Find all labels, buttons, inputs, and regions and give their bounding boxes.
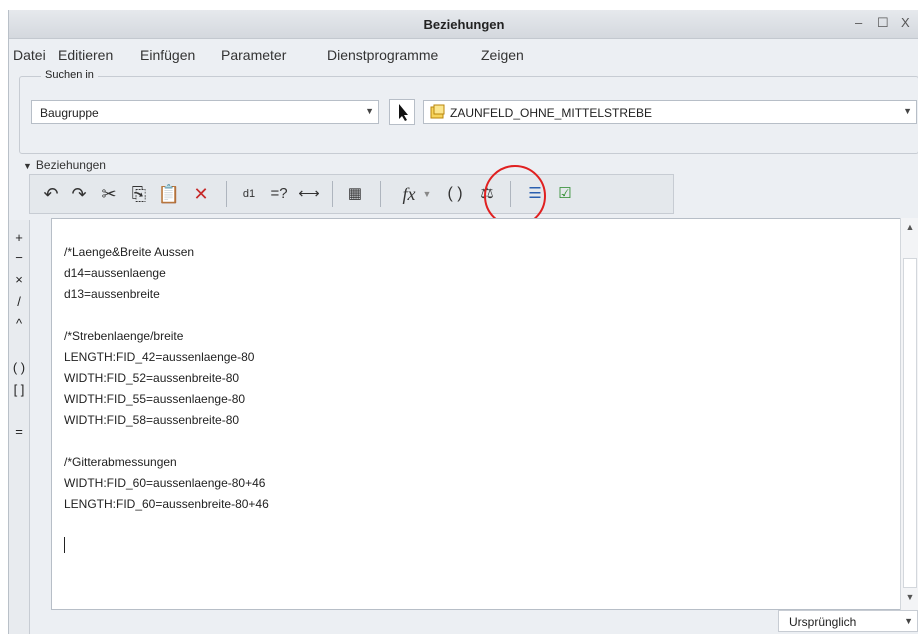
evaluate-icon[interactable]: =?: [266, 181, 292, 207]
relation-line: WIDTH:FID_55=aussenlaenge-80: [64, 392, 246, 406]
scroll-up-icon[interactable]: ▲: [901, 222, 918, 232]
relations-editor[interactable]: /*Laenge&Breite Aussen d14=aussenlaenge …: [51, 218, 906, 610]
search-in-label: Suchen in: [41, 69, 98, 81]
toolbar-separator: [226, 181, 227, 207]
operator-parentheses[interactable]: ( ): [9, 360, 29, 375]
select-model-button[interactable]: [389, 99, 415, 125]
display-values-icon[interactable]: d1: [236, 181, 262, 207]
close-button[interactable]: X: [901, 15, 910, 30]
operator-palette: + − × / ^ ( ) [ ] =: [9, 220, 30, 634]
relation-line: WIDTH:FID_58=aussenbreite-80: [64, 413, 240, 427]
scroll-down-icon[interactable]: ▼: [901, 592, 918, 602]
operator-brackets[interactable]: [ ]: [9, 382, 29, 397]
relation-line: d14=aussenlaenge: [64, 266, 166, 280]
relation-line: WIDTH:FID_52=aussenbreite-80: [64, 371, 240, 385]
relation-line: /*Strebenlaenge/breite: [64, 329, 184, 343]
text-cursor: [64, 537, 65, 553]
relations-toolbar: ↶ ↷ ✂ ⎘ 📋 ✕ d1 =? ⟷ ▦ fx ▼ ( ) ⚖ ☰ ☑: [29, 174, 674, 214]
relations-window: Beziehungen ‒ ☐ X Datei Editieren Einfüg…: [8, 10, 918, 634]
cut-icon[interactable]: ✂: [96, 181, 122, 207]
model-select-value: ZAUNFELD_OHNE_MITTELSTREBE: [450, 106, 653, 120]
relations-section-header[interactable]: ▼ Beziehungen: [23, 158, 106, 172]
scroll-thumb[interactable]: [903, 258, 917, 588]
relation-line: /*Gitterabmessungen: [64, 455, 177, 469]
redo-icon[interactable]: ↷: [66, 181, 92, 207]
window-title: Beziehungen: [423, 17, 505, 32]
operator-minus[interactable]: −: [9, 250, 29, 265]
chevron-down-icon: ▼: [365, 106, 374, 116]
toolbar-separator: [332, 181, 333, 207]
copy-icon[interactable]: ⎘: [126, 181, 152, 207]
maximize-button[interactable]: ☐: [877, 15, 889, 31]
relation-line: d13=aussenbreite: [64, 287, 160, 301]
local-parameters-icon[interactable]: ▦: [342, 181, 368, 207]
verify-icon[interactable]: ☑: [552, 181, 578, 207]
chevron-down-icon: ▼: [903, 106, 912, 116]
scope-select[interactable]: Baugruppe ▼: [31, 100, 379, 124]
operator-equals[interactable]: =: [9, 424, 29, 439]
delete-icon[interactable]: ✕: [188, 181, 214, 207]
measure-icon[interactable]: ⟷: [296, 181, 322, 207]
pointer-icon: [399, 104, 408, 121]
menu-dienstprogramme[interactable]: Dienstprogramme: [327, 47, 438, 63]
menu-einfuegen[interactable]: Einfügen: [140, 47, 195, 63]
menu-zeigen[interactable]: Zeigen: [481, 47, 524, 63]
relation-line: WIDTH:FID_60=aussenlaenge-80+46: [64, 476, 266, 490]
assembly-icon: [430, 104, 445, 119]
operator-plus[interactable]: +: [9, 230, 29, 245]
minimize-button[interactable]: ‒: [855, 15, 862, 30]
insert-function-icon[interactable]: fx: [396, 181, 422, 207]
units-select[interactable]: Ursprünglich ▼: [778, 610, 918, 632]
relation-line: LENGTH:FID_42=aussenlaenge-80: [64, 350, 255, 364]
paste-icon[interactable]: 📋: [156, 181, 182, 207]
chevron-down-icon[interactable]: ▼: [420, 181, 434, 207]
operator-divide[interactable]: /: [9, 294, 29, 309]
relation-line: /*Laenge&Breite Aussen: [64, 245, 195, 259]
relations-section-label: Beziehungen: [35, 158, 106, 172]
insert-parameter-icon[interactable]: ( ): [442, 181, 468, 207]
menu-editieren[interactable]: Editieren: [58, 47, 113, 63]
scope-select-value: Baugruppe: [40, 106, 99, 120]
vertical-scrollbar[interactable]: ▲ ▼: [900, 218, 918, 610]
collapse-triangle-icon: ▼: [23, 161, 32, 171]
menu-bar: Datei Editieren Einfügen Parameter Diens…: [9, 39, 918, 67]
operator-multiply[interactable]: ×: [9, 272, 29, 287]
undo-icon[interactable]: ↶: [38, 181, 64, 207]
operator-power[interactable]: ^: [9, 316, 29, 331]
title-bar: Beziehungen ‒ ☐ X: [9, 10, 918, 39]
toolbar-separator: [380, 181, 381, 207]
relation-line: LENGTH:FID_60=aussenbreite-80+46: [64, 497, 269, 511]
menu-parameter[interactable]: Parameter: [221, 47, 286, 63]
status-bar: Ursprünglich ▼: [9, 610, 918, 644]
chevron-down-icon: ▼: [904, 616, 913, 626]
menu-datei[interactable]: Datei: [13, 47, 46, 63]
model-select[interactable]: ZAUNFELD_OHNE_MITTELSTREBE ▼: [423, 100, 917, 124]
units-select-value: Ursprünglich: [789, 615, 857, 629]
